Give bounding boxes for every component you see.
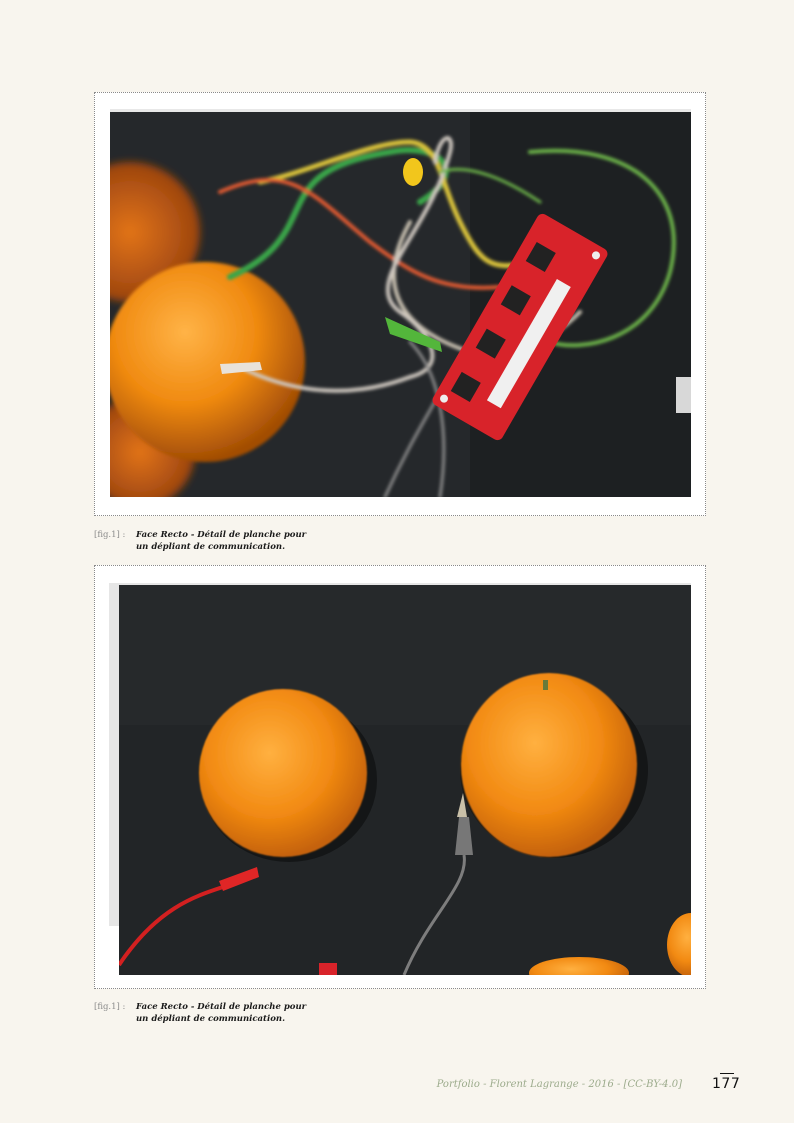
caption-text: Face Recto - Détail de planche pour un d… (136, 529, 336, 553)
caption-text: Face Recto - Détail de planche pour un d… (136, 1001, 336, 1025)
photo-oranges-wires (119, 585, 691, 975)
figure-ref: [fig.1] : (94, 1002, 126, 1012)
photo-illustration-1 (110, 112, 691, 497)
photo-illustration-2 (119, 585, 691, 975)
figure-frame-1 (94, 92, 706, 516)
footer-credit: Portfolio - Florent Lagrange - 2016 - [C… (436, 1079, 682, 1090)
page-number-overline (720, 1073, 734, 1074)
caption-line-1: Face Recto - Détail de planche pour (136, 1002, 307, 1012)
figure-frame-2 (94, 565, 706, 989)
caption-line-1: Face Recto - Détail de planche pour (136, 530, 307, 540)
photo-oranges-circuit-board (110, 112, 691, 497)
figure-ref: [fig.1] : (94, 530, 126, 540)
caption-line-2: un dépliant de communication. (136, 1014, 286, 1024)
page-number: 177 (712, 1076, 741, 1092)
caption-line-2: un dépliant de communication. (136, 542, 286, 552)
